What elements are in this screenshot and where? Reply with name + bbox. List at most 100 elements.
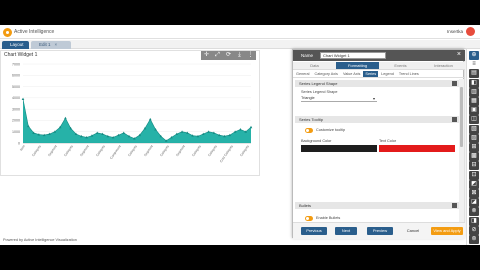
tab-events[interactable]: Events bbox=[379, 62, 422, 69]
tab-edit-1[interactable]: Edit 1 × bbox=[31, 41, 71, 49]
view-and-apply-button[interactable]: View and Apply bbox=[431, 227, 463, 235]
x-tick-label: Segment bbox=[175, 144, 186, 157]
x-tick-label: Segment bbox=[143, 144, 154, 157]
x-tick-label: Category bbox=[159, 144, 170, 157]
toolbar-tool-icon[interactable]: ⊟ bbox=[469, 161, 479, 171]
more-options-icon[interactable]: ⋮ bbox=[245, 51, 256, 60]
x-tick-label: Category bbox=[63, 144, 74, 157]
background-color-picker[interactable] bbox=[301, 145, 377, 152]
toolbar-tool-icon[interactable]: ⊞ bbox=[469, 143, 479, 152]
layout-tab-bar: Layout 1× Edit 1 × bbox=[0, 40, 480, 55]
panel-body: Series Legend Shape Series Legend Shape … bbox=[293, 79, 459, 222]
footer-text: Powered by Active Intelligence Visualiza… bbox=[3, 238, 77, 242]
area-series bbox=[23, 98, 251, 143]
toolbar-tool-icon[interactable]: ⊗ bbox=[469, 207, 479, 217]
close-icon[interactable]: × bbox=[55, 42, 58, 47]
tab-interaction[interactable]: Interaction bbox=[422, 62, 465, 69]
application-window: Active Intelligence Insertka Layout 1× E… bbox=[0, 25, 480, 245]
tab-label: Edit 1 bbox=[39, 42, 51, 47]
user-avatar[interactable] bbox=[466, 27, 475, 36]
download-icon[interactable]: ⤓ bbox=[234, 51, 245, 60]
toolbar-tool-icon[interactable]: ◧ bbox=[469, 78, 479, 88]
subtab-category-axis[interactable]: Category Axis bbox=[313, 71, 340, 77]
section-series-legend-shape[interactable]: Series Legend Shape bbox=[295, 80, 459, 87]
enable-bullets-toggle[interactable] bbox=[305, 216, 313, 221]
panel-scrollbar[interactable] bbox=[459, 79, 464, 222]
field-label: Text Color bbox=[379, 139, 397, 143]
toolbar-tool-icon[interactable]: ▨ bbox=[469, 133, 479, 143]
subtab-series[interactable]: Series bbox=[363, 71, 379, 77]
section-series-tooltip[interactable]: Series Tooltip bbox=[295, 116, 459, 123]
widget-name-input[interactable]: Chart Widget 1 bbox=[320, 52, 386, 59]
toolbar-tool-icon[interactable]: ◪ bbox=[469, 198, 479, 208]
toolbar-tool-icon[interactable]: ⊡ bbox=[469, 170, 479, 180]
legend-shape-select[interactable]: Triangle ▾ bbox=[301, 95, 377, 102]
collapse-icon[interactable] bbox=[452, 81, 457, 86]
y-tick-label: 6000 bbox=[12, 74, 20, 78]
y-tick-label: 4000 bbox=[12, 96, 20, 100]
toolbar-tool-icon[interactable]: ⊘ bbox=[469, 225, 479, 235]
toolbar-tool-icon[interactable]: ◨ bbox=[469, 216, 479, 226]
toolbar-tool-icon[interactable]: ▤ bbox=[469, 69, 479, 79]
x-tick-label: Cost Category bbox=[219, 144, 234, 163]
section-title: Series Legend Shape bbox=[299, 81, 338, 86]
toolbar-tool-icon[interactable]: ▥ bbox=[469, 87, 479, 97]
toolbar-tool-icon[interactable]: ⊕ bbox=[469, 51, 479, 60]
subtab-trend-lines[interactable]: Trend Lines bbox=[397, 71, 421, 77]
field-label: Series Legend Shape bbox=[301, 90, 338, 94]
tab-formatting[interactable]: Formatting bbox=[336, 62, 379, 69]
toolbar-tool-icon[interactable]: ◩ bbox=[469, 179, 479, 189]
customize-tooltip-toggle[interactable] bbox=[305, 128, 313, 133]
toolbar-tool-icon[interactable]: ▩ bbox=[469, 152, 479, 162]
select-value: Triangle bbox=[301, 96, 315, 100]
toolbar-tool-icon[interactable]: ▧ bbox=[469, 124, 479, 134]
widget-toolbar: ✛ ⤢ ⟳ ⤓ ⋮ bbox=[201, 51, 256, 60]
x-tick-label: Component bbox=[109, 144, 122, 160]
y-tick-label: 5000 bbox=[12, 85, 20, 89]
y-tick-label: 3000 bbox=[12, 107, 20, 111]
section-bullets[interactable]: Bullets bbox=[295, 202, 459, 209]
text-color-picker[interactable] bbox=[379, 145, 455, 152]
section-title: Series Tooltip bbox=[299, 117, 323, 122]
toolbar-tool-icon[interactable]: ≡ bbox=[469, 60, 479, 70]
collapse-icon[interactable] bbox=[452, 203, 457, 208]
widget-title: Chart Widget 1 bbox=[4, 52, 38, 58]
app-logo-icon bbox=[3, 28, 12, 37]
chart-widget[interactable]: Chart Widget 1 ✛ ⤢ ⟳ ⤓ ⋮ 7000 6000 5000 400… bbox=[0, 50, 260, 176]
cancel-button[interactable]: Cancel bbox=[401, 227, 425, 235]
toolbar-tool-icon[interactable]: ▦ bbox=[469, 97, 479, 106]
toggle-label: Enable Bullets bbox=[316, 216, 341, 220]
x-tick-label: Segment bbox=[47, 144, 58, 157]
collapse-icon[interactable] bbox=[452, 117, 457, 122]
panel-subtabs: General Category Axis Value Axis Series … bbox=[293, 71, 465, 78]
next-button[interactable]: Next bbox=[335, 227, 357, 235]
data-point bbox=[239, 128, 242, 131]
section-title: Bullets bbox=[299, 203, 312, 208]
previous-button[interactable]: Previous bbox=[301, 227, 327, 235]
toolbar-tool-icon[interactable]: ⊚ bbox=[469, 235, 479, 244]
move-icon[interactable]: ✛ bbox=[201, 51, 212, 60]
panel-footer: Previous Next Preview Cancel View and Ap… bbox=[293, 222, 465, 239]
x-tick-label: Category bbox=[31, 144, 42, 157]
toolbar-tool-icon[interactable]: ▣ bbox=[469, 106, 479, 116]
expand-icon[interactable]: ⤢ bbox=[212, 51, 223, 60]
toolbar-tool-icon[interactable]: ⊠ bbox=[469, 189, 479, 198]
x-tick-label: Category bbox=[95, 144, 106, 157]
preview-button[interactable]: Preview bbox=[367, 227, 393, 235]
tab-data[interactable]: Data bbox=[293, 62, 336, 69]
properties-panel: Name Chart Widget 1 × Data Formatting Ev… bbox=[292, 49, 465, 239]
subtab-legend[interactable]: Legend bbox=[379, 71, 396, 77]
user-name[interactable]: Insertka bbox=[447, 29, 463, 34]
y-tick-label: 1000 bbox=[12, 130, 20, 134]
refresh-icon[interactable]: ⟳ bbox=[223, 51, 234, 60]
area-chart: 7000 6000 5000 4000 3000 2000 1000 0Item Categor… bbox=[12, 62, 253, 163]
close-icon[interactable]: × bbox=[457, 51, 461, 58]
scroll-thumb[interactable] bbox=[460, 87, 463, 147]
tab-layout-1[interactable]: Layout 1× bbox=[2, 41, 29, 55]
subtab-general[interactable]: General bbox=[294, 71, 312, 77]
subtab-value-axis[interactable]: Value Axis bbox=[341, 71, 362, 77]
y-tick-label: 0 bbox=[18, 141, 20, 145]
toolbar-tool-icon[interactable]: ◫ bbox=[469, 115, 479, 125]
panel-tabs: Data Formatting Events Interaction bbox=[293, 62, 465, 70]
y-tick-label: 2000 bbox=[12, 119, 20, 123]
